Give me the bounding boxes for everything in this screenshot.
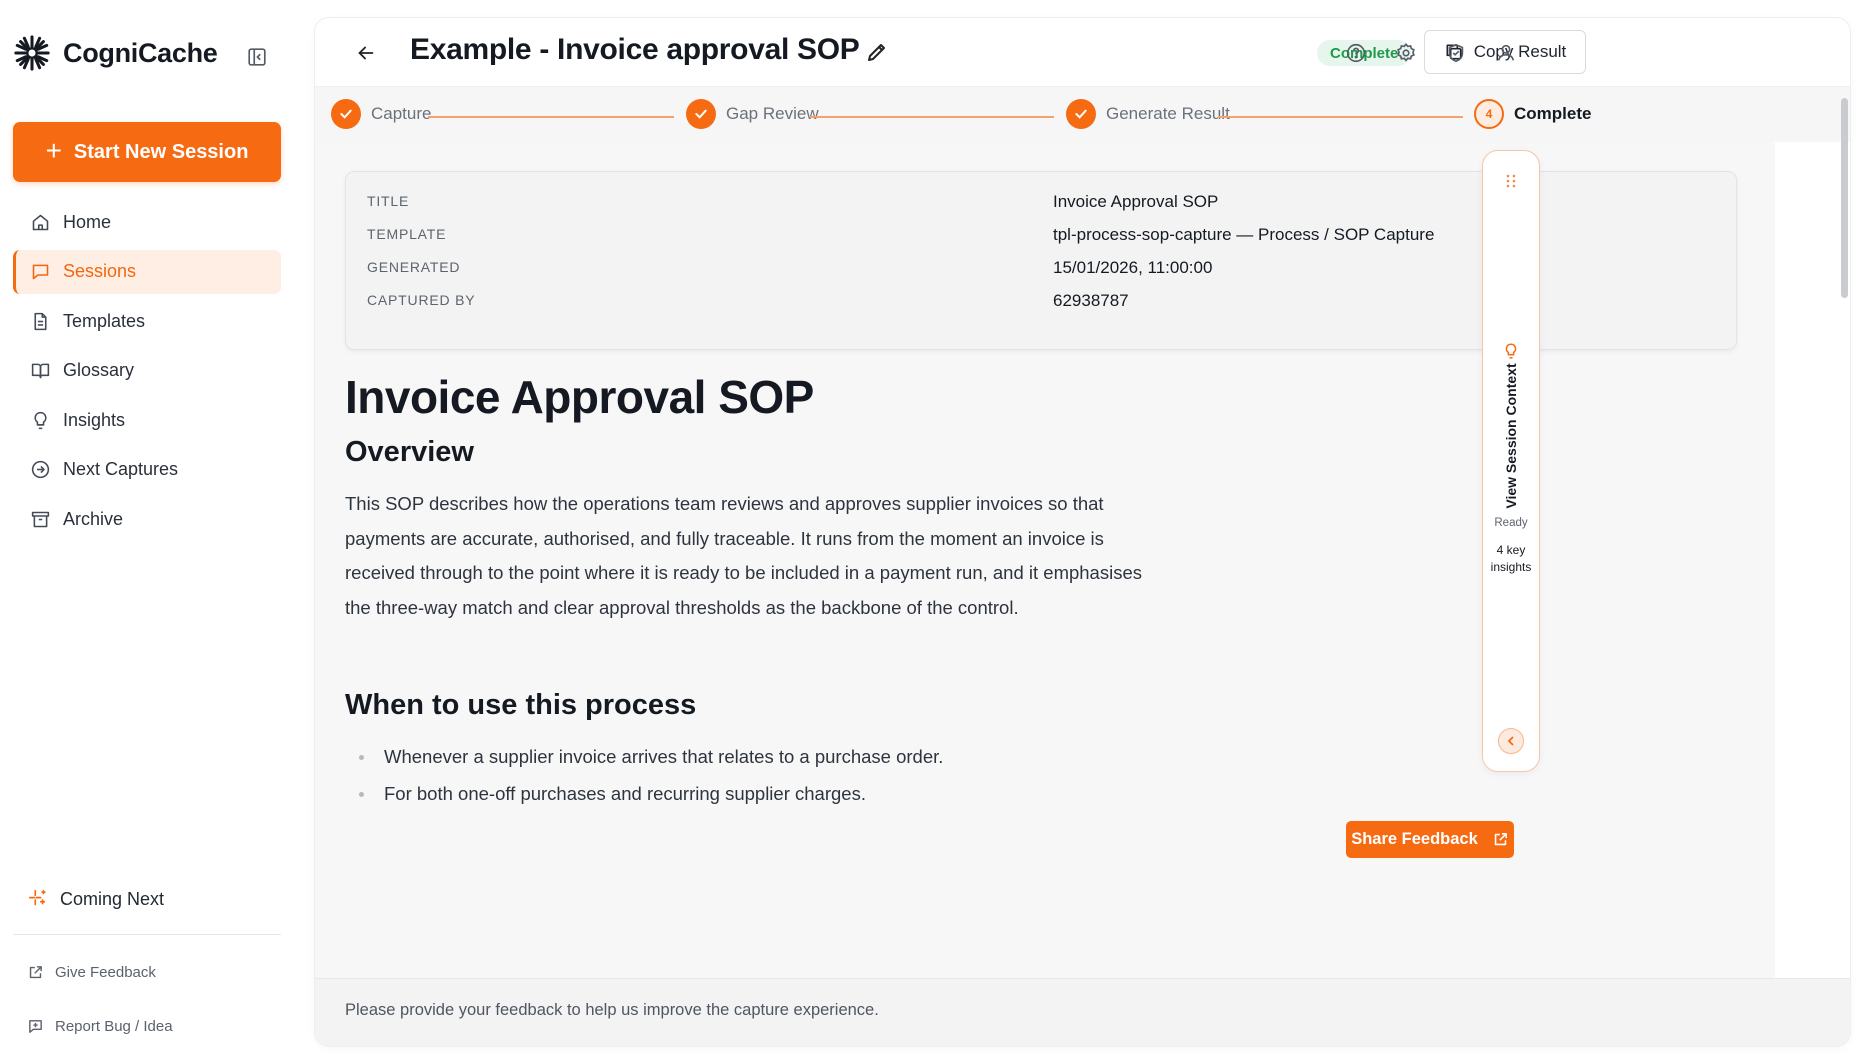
page-title: Example - Invoice approval SOP [410,33,860,66]
step-label: Generate Result [1106,104,1230,123]
give-feedback-label: Give Feedback [55,964,156,981]
sidebar-item-glossary[interactable]: Glossary [13,349,281,393]
step-number: 4 [1474,99,1504,129]
home-icon [32,214,49,230]
report-bug-label: Report Bug / Idea [55,1018,173,1035]
share-feedback-label: Share Feedback [1351,830,1478,848]
feedback-footer: Please provide your feedback to help us … [315,978,1850,1046]
key-insights-count: 4 key insights [1490,543,1532,574]
sidebar-item-home[interactable]: Home [13,200,281,244]
context-status: Ready [1494,517,1528,529]
lightbulb-icon [1505,343,1517,359]
sidebar-nav: Home Sessions Templates Glossary Insight… [13,200,281,547]
copy-result-label: Copy Result [1473,42,1567,61]
meta-value: 15/01/2026, 11:00:00 [1053,258,1213,277]
step-label: Capture [371,104,432,123]
list-item: For both one-off purchases and recurring… [345,779,1245,816]
main-panel: Example - Invoice approval SOP Complete … [315,18,1850,1046]
chevron-left-icon [1507,736,1514,746]
start-new-session-label: Start New Session [73,140,249,163]
external-link-icon [29,966,42,979]
lightbulb-icon [34,411,47,429]
meta-value: Invoice Approval SOP [1053,192,1219,211]
step-connector [1218,116,1463,118]
meta-label: Generated [367,259,461,275]
meta-label: Template [367,226,447,242]
sidebar-item-insights[interactable]: Insights [13,398,281,442]
result-content: Title Invoice Approval SOP Template tpl-… [315,142,1775,978]
edit-pencil-icon[interactable] [865,40,889,64]
back-arrow-icon[interactable] [355,42,377,64]
sidebar-item-archive[interactable]: Archive [13,497,281,541]
sidebar-item-label: Templates [63,310,146,331]
sidebar-item-label: Glossary [63,360,135,380]
when-to-use-list: Whenever a supplier invoice arrives that… [345,742,1245,816]
document-title: Invoice Approval SOP [345,371,814,423]
brand[interactable]: CogniCache [13,34,218,72]
sidebar-item-label: Sessions [63,261,137,281]
check-icon [686,99,716,129]
logo-icon [14,35,50,71]
user-icon[interactable] [1495,42,1517,64]
report-bug-link[interactable]: Report Bug / Idea [27,1018,173,1035]
coming-next-link[interactable]: Coming Next [27,888,164,910]
step-connector [810,116,1054,118]
sidebar-item-sessions[interactable]: Sessions [13,249,281,294]
give-feedback-link[interactable]: Give Feedback [27,964,156,981]
sidebar: CogniCache + Start New Session Home Sess… [0,0,300,1055]
document-icon [34,312,47,330]
feedback-prompt: Please provide your feedback to help us … [345,1001,879,1019]
brand-name: CogniCache [63,37,218,68]
share-feedback-button[interactable]: Share Feedback [1346,821,1514,858]
external-link-icon [1494,833,1507,846]
plus-icon: + [45,134,62,166]
step-generate-result[interactable]: Generate Result [1066,99,1230,129]
step-complete[interactable]: 4 Complete [1474,99,1591,129]
sidebar-item-templates[interactable]: Templates [13,299,281,343]
list-item: Whenever a supplier invoice arrives that… [345,742,1245,779]
arrow-circle-icon [31,460,50,479]
start-new-session-button[interactable]: + Start New Session [13,122,281,182]
sidebar-item-label: Next Captures [63,459,179,479]
sidebar-item-label: Insights [63,409,126,430]
top-bar: Example - Invoice approval SOP Complete … [315,18,1850,86]
step-connector [428,116,674,118]
sidebar-item-label: Archive [63,508,124,529]
check-icon [1066,99,1096,129]
coming-next-label: Coming Next [60,888,165,909]
scrollbar-thumb[interactable] [1841,98,1848,298]
when-to-use-heading: When to use this process [345,689,697,721]
step-gap-review[interactable]: Gap Review [686,99,819,129]
shield-icon[interactable] [1445,42,1467,64]
meta-value: tpl-process-sop-capture — Process / SOP … [1053,225,1435,244]
meta-label: Title [367,193,410,209]
view-session-context-label[interactable]: View Session Context [1503,363,1519,508]
meta-label: Captured by [367,292,476,308]
sparkle-icon [28,889,46,906]
meta-value: 62938787 [1053,291,1129,310]
step-label: Gap Review [726,104,819,123]
help-icon[interactable] [1345,42,1367,64]
sidebar-divider [13,934,281,935]
step-label: Complete [1514,104,1592,123]
overview-paragraph: This SOP describes how the operations te… [345,493,1142,618]
sidebar-collapse-icon[interactable] [246,46,268,68]
progress-stepper: Capture Gap Review Generate Result 4 Com… [315,86,1850,142]
context-expand-button[interactable] [1498,728,1524,754]
archive-icon [31,511,50,527]
report-icon [29,1020,42,1033]
chat-icon [32,264,49,280]
book-icon [31,363,50,379]
check-icon [331,99,361,129]
sidebar-item-label: Home [63,211,112,232]
gear-icon[interactable] [1395,42,1417,64]
drag-handle-icon[interactable] [1503,172,1519,190]
step-capture[interactable]: Capture [331,99,431,129]
overview-heading: Overview [345,436,474,468]
sidebar-item-next-captures[interactable]: Next Captures [13,448,281,492]
